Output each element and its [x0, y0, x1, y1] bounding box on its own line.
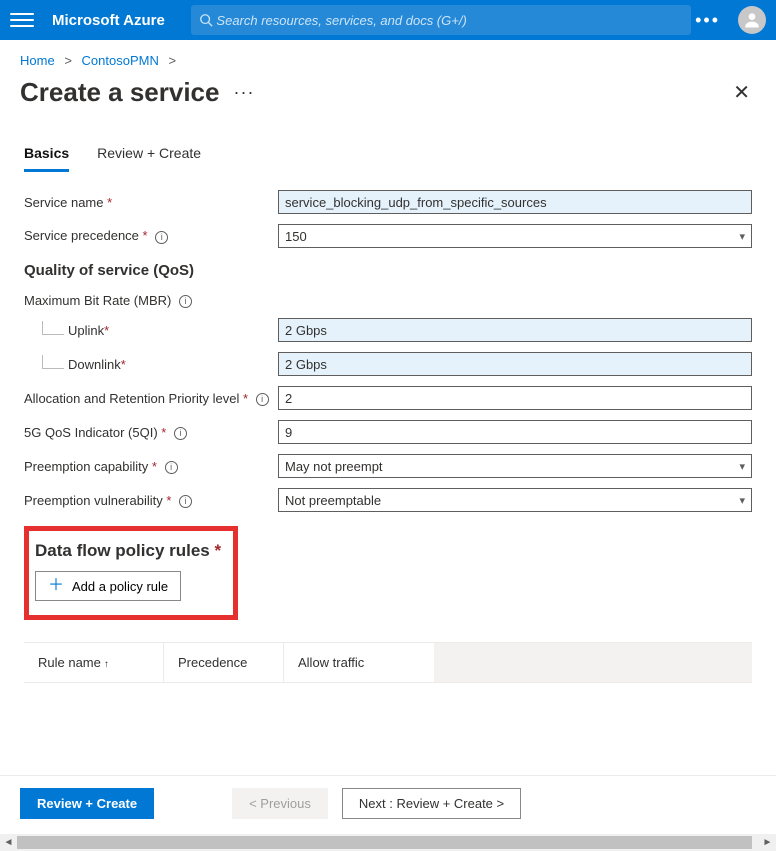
chevron-down-icon: ▾ [739, 230, 745, 243]
downlink-label: Downlink * [24, 355, 278, 373]
info-icon[interactable]: i [155, 231, 168, 244]
downlink-input[interactable] [278, 352, 752, 376]
col-spacer [434, 643, 752, 682]
preempt-capability-label: Preemption capability * i [24, 459, 278, 474]
menu-icon[interactable] [10, 8, 34, 32]
add-policy-rule-label: Add a policy rule [72, 579, 168, 594]
service-precedence-label: Service precedence * i [24, 228, 278, 243]
chevron-right-icon: > [64, 53, 72, 68]
preempt-capability-select[interactable]: May not preempt▾ [278, 454, 752, 478]
info-icon[interactable]: i [256, 393, 269, 406]
rules-table-header: Rule name↑ Precedence Allow traffic [24, 642, 752, 683]
scroll-left-icon[interactable]: ◄ [0, 834, 17, 851]
next-button[interactable]: Next : Review + Create > [342, 788, 521, 819]
info-icon[interactable]: i [179, 495, 192, 508]
footer-bar: Review + Create < Previous Next : Review… [0, 775, 776, 831]
col-precedence[interactable]: Precedence [164, 643, 284, 682]
scroll-right-icon[interactable]: ► [759, 834, 776, 851]
col-rule-name[interactable]: Rule name↑ [24, 643, 164, 682]
horizontal-scrollbar[interactable]: ◄ ► [0, 834, 776, 851]
fiveqi-label: 5G QoS Indicator (5QI) * i [24, 425, 278, 440]
preempt-vulnerability-label: Preemption vulnerability * i [24, 493, 278, 508]
arp-input[interactable] [278, 386, 752, 410]
service-precedence-select[interactable]: 150▾ [278, 224, 752, 248]
qos-section-header: Quality of service (QoS) [24, 262, 752, 279]
search-icon [199, 13, 213, 27]
policy-rules-highlight: Data flow policy rules * ＋ Add a policy … [24, 526, 238, 620]
plus-icon: ＋ [48, 578, 64, 594]
info-icon[interactable]: i [174, 427, 187, 440]
mbr-label: Maximum Bit Rate (MBR) i [24, 293, 278, 308]
breadcrumb-home[interactable]: Home [20, 53, 55, 68]
overflow-icon[interactable]: ••• [695, 10, 720, 31]
tab-basics[interactable]: Basics [24, 145, 69, 172]
chevron-right-icon: > [168, 53, 176, 68]
info-icon[interactable]: i [179, 295, 192, 308]
brand-label[interactable]: Microsoft Azure [52, 12, 165, 29]
uplink-input[interactable] [278, 318, 752, 342]
chevron-down-icon: ▾ [739, 494, 745, 507]
add-policy-rule-button[interactable]: ＋ Add a policy rule [35, 571, 181, 601]
close-icon[interactable]: ✕ [727, 74, 756, 111]
user-avatar[interactable] [738, 6, 766, 34]
search-box[interactable] [191, 5, 691, 35]
col-allow-traffic[interactable]: Allow traffic [284, 643, 434, 682]
service-name-label: Service name * [24, 195, 278, 210]
policy-rules-header: Data flow policy rules * [35, 541, 221, 561]
top-bar: Microsoft Azure ••• [0, 0, 776, 40]
chevron-down-icon: ▾ [739, 460, 745, 473]
breadcrumb: Home > ContosoPMN > [0, 40, 776, 74]
tab-bar: Basics Review + Create [0, 111, 776, 172]
tab-review-create[interactable]: Review + Create [97, 145, 201, 172]
service-name-input[interactable] [278, 190, 752, 214]
previous-button: < Previous [232, 788, 328, 819]
breadcrumb-item[interactable]: ContosoPMN [82, 53, 159, 68]
fiveqi-input[interactable] [278, 420, 752, 444]
more-icon[interactable]: ··· [233, 82, 254, 103]
arp-label: Allocation and Retention Priority level … [24, 391, 278, 406]
sort-ascending-icon: ↑ [104, 659, 109, 670]
scrollbar-thumb[interactable] [17, 836, 752, 849]
page-title: Create a service [20, 77, 219, 108]
search-input[interactable] [216, 13, 682, 28]
uplink-label: Uplink * [24, 321, 278, 339]
preempt-vulnerability-select[interactable]: Not preemptable▾ [278, 488, 752, 512]
info-icon[interactable]: i [165, 461, 178, 474]
review-create-button[interactable]: Review + Create [20, 788, 154, 819]
